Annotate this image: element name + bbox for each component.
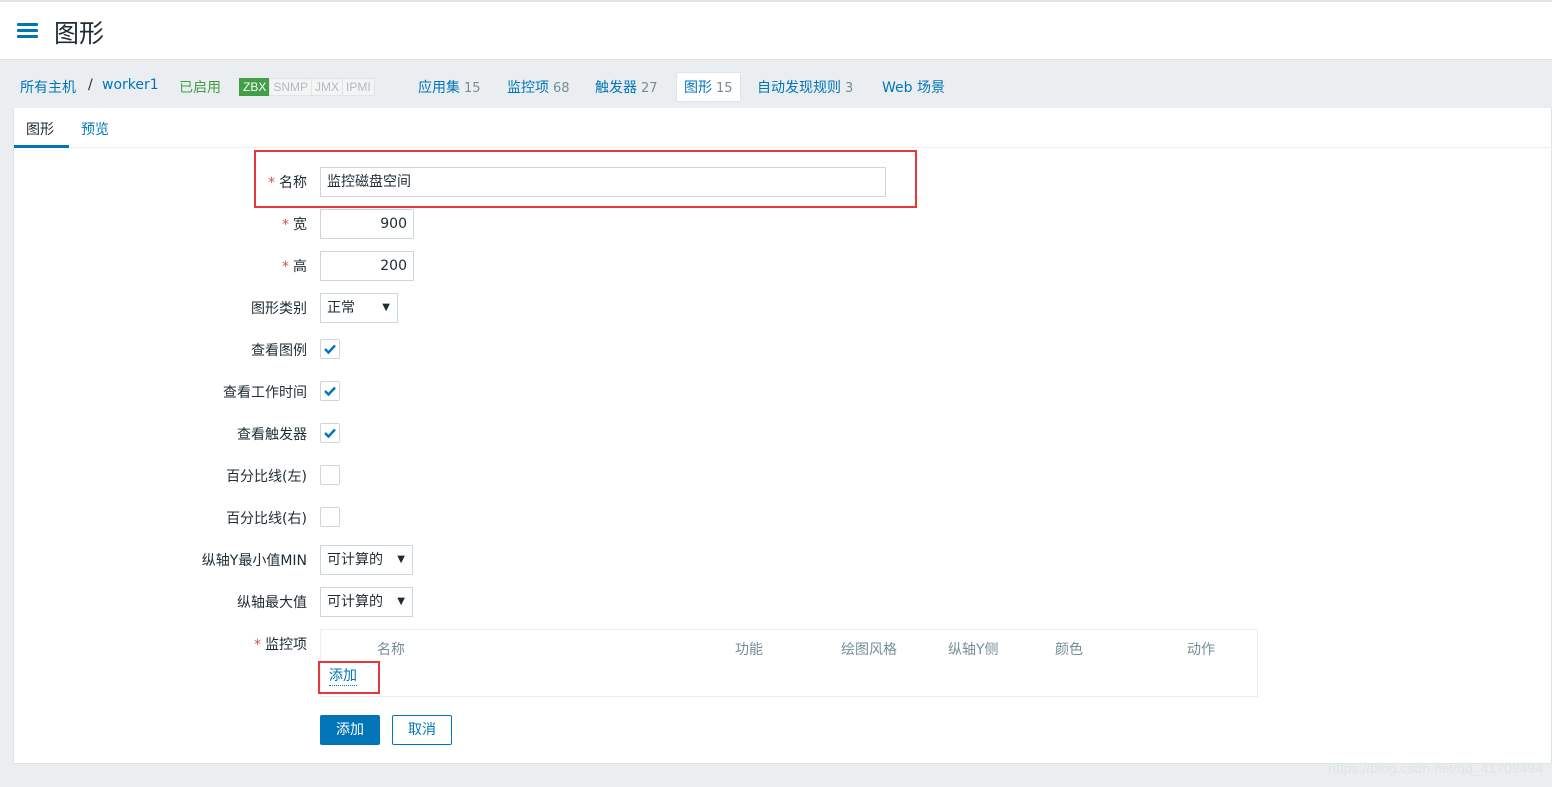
required-mark: * [254, 637, 261, 653]
zbx-badge: ZBX [239, 78, 271, 96]
y-max-label: 纵轴最大值 [237, 595, 307, 611]
percentile-right-label: 百分比线(右) [226, 511, 307, 527]
show-legend-label: 查看图例 [251, 343, 307, 359]
height-label: * 高 [282, 256, 307, 276]
nav-graphs-count: 15 [716, 81, 733, 96]
nav-triggers-label: 触发器 [595, 80, 637, 96]
width-input[interactable]: 900 [320, 209, 414, 239]
column-header-y-axis-side: 纵轴Y侧 [948, 642, 999, 658]
graph-type-value: 正常 [327, 300, 355, 316]
host-navigation: 所有主机 / worker1 已启用 ZBX SNMP JMX IPMI 应用集… [0, 60, 1552, 108]
cancel-button[interactable]: 取消 [392, 715, 452, 745]
add-button[interactable]: 添加 [320, 715, 380, 745]
percentile-left-checkbox[interactable] [320, 465, 340, 485]
name-highlight-box [254, 150, 917, 208]
nav-items[interactable]: 监控项 68 [507, 77, 570, 97]
y-max-value: 可计算的 [327, 594, 383, 610]
jmx-badge: JMX [311, 78, 344, 96]
nav-graphs[interactable]: 图形 15 [684, 77, 733, 97]
nav-applications[interactable]: 应用集 15 [418, 77, 481, 97]
nav-items-label: 监控项 [507, 80, 549, 96]
percentile-right-checkbox[interactable] [320, 507, 340, 527]
add-link-highlight-box [318, 661, 380, 694]
width-label-text: 宽 [293, 217, 307, 233]
y-min-value: 可计算的 [327, 552, 383, 568]
ipmi-badge: IPMI [342, 78, 375, 96]
show-work-period-checkbox[interactable] [320, 381, 340, 401]
y-max-select[interactable]: 可计算的 ▼ [320, 587, 413, 617]
height-input[interactable]: 200 [320, 251, 414, 281]
show-work-period-label: 查看工作时间 [223, 385, 307, 401]
nav-web[interactable]: Web 场景 [882, 77, 945, 97]
page-title: 图形 [54, 19, 105, 48]
required-mark: * [282, 217, 289, 233]
items-label-text: 监控项 [265, 637, 307, 653]
snmp-badge: SNMP [269, 78, 313, 96]
nav-discovery-label: 自动发现规则 [757, 80, 841, 96]
column-header-function: 功能 [735, 642, 763, 658]
show-legend-checkbox[interactable] [320, 339, 340, 359]
nav-graphs-label: 图形 [684, 80, 712, 96]
column-header-name: 名称 [377, 642, 405, 658]
column-header-action: 动作 [1187, 642, 1215, 658]
nav-discovery-count: 3 [845, 81, 854, 96]
breadcrumb-all-hosts[interactable]: 所有主机 [20, 77, 76, 97]
items-label: * 监控项 [254, 634, 307, 654]
percentile-left-label: 百分比线(左) [226, 469, 307, 485]
nav-triggers-count: 27 [641, 81, 658, 96]
dropdown-arrow-icon: ▼ [397, 596, 405, 607]
page-header: 图形 [0, 0, 1552, 60]
nav-items-count: 68 [553, 81, 570, 96]
show-triggers-label: 查看触发器 [237, 427, 307, 443]
column-header-draw-style: 绘图风格 [841, 642, 897, 658]
dropdown-arrow-icon: ▼ [397, 554, 405, 565]
watermark: https://blog.csdn.net/qq_41709494 [1328, 760, 1543, 776]
column-header-color: 颜色 [1055, 642, 1083, 658]
y-min-label: 纵轴Y最小值MIN [201, 553, 307, 569]
nav-triggers[interactable]: 触发器 27 [595, 77, 658, 97]
nav-applications-count: 15 [464, 81, 481, 96]
show-triggers-checkbox[interactable] [320, 423, 340, 443]
breadcrumb-separator: / [88, 77, 93, 93]
nav-applications-label: 应用集 [418, 80, 460, 96]
dropdown-arrow-icon: ▼ [382, 302, 390, 313]
nav-discovery[interactable]: 自动发现规则 3 [757, 77, 853, 97]
graph-type-select[interactable]: 正常 ▼ [320, 293, 398, 323]
host-status[interactable]: 已启用 [179, 77, 221, 97]
width-label: * 宽 [282, 214, 307, 234]
graph-type-label: 图形类别 [251, 301, 307, 317]
availability-badges: ZBX SNMP JMX IPMI [239, 78, 375, 96]
y-min-select[interactable]: 可计算的 ▼ [320, 545, 413, 575]
menu-icon[interactable] [17, 23, 38, 39]
graph-form-panel: 图形 预览 * 名称 * 宽 * 高 图形类别 查看图例 查看工作时间 查看触发器 百… [13, 108, 1552, 764]
breadcrumb-host[interactable]: worker1 [102, 77, 159, 93]
required-mark: * [282, 259, 289, 275]
graph-items-table: 名称 功能 绘图风格 纵轴Y侧 颜色 动作 添加 [320, 629, 1258, 697]
height-label-text: 高 [293, 259, 307, 275]
